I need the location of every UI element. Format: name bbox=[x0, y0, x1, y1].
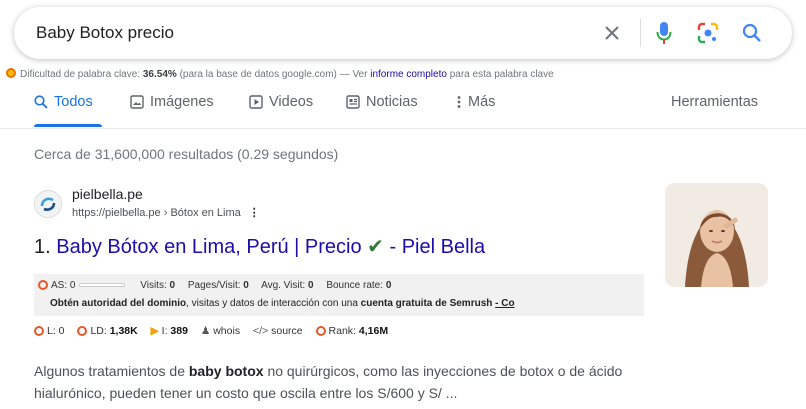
play-icon bbox=[249, 95, 263, 109]
site-name[interactable]: pielbella.pe bbox=[72, 186, 143, 202]
bounce-value: 0 bbox=[385, 280, 392, 291]
ppv-label: Pages/Visit: bbox=[187, 280, 241, 291]
image-icon bbox=[130, 95, 144, 109]
lens-icon[interactable] bbox=[694, 19, 722, 47]
tab-videos[interactable]: Videos bbox=[249, 94, 313, 110]
promo-prefix: Obtén bbox=[50, 298, 79, 309]
result-title-text: Baby Bótox en Lima, Perú | Precio bbox=[56, 236, 362, 258]
tab-todos[interactable]: Todos bbox=[34, 94, 93, 110]
tab-herramientas[interactable]: Herramientas bbox=[671, 94, 758, 110]
avg-visit-label: Avg. Visit: bbox=[261, 280, 306, 291]
snippet-bold: baby botox bbox=[188, 363, 264, 379]
close-icon[interactable] bbox=[598, 19, 626, 47]
kd-label: Dificultad de palabra clave: bbox=[20, 69, 141, 80]
ppv-value: 0 bbox=[243, 280, 249, 291]
active-tab-indicator bbox=[34, 124, 102, 127]
kd-tail: para esta palabra clave bbox=[449, 69, 554, 80]
check-icon: ✔ bbox=[367, 236, 384, 258]
authority-bar bbox=[79, 283, 126, 287]
search-icon bbox=[34, 95, 48, 109]
tabs-divider bbox=[0, 128, 806, 129]
bing-icon: ▶ bbox=[150, 325, 159, 337]
result-title[interactable]: 1. Baby Bótox en Lima, Perú | Precio ✔ -… bbox=[34, 234, 485, 259]
kd-note: (para la base de datos google.com) — Ver bbox=[179, 69, 368, 80]
semrush-ring-icon bbox=[34, 326, 44, 336]
semrush-icon bbox=[6, 68, 16, 78]
seo-l[interactable]: L: 0 bbox=[47, 325, 65, 337]
result-title-suffix: - Piel Bella bbox=[389, 236, 486, 258]
site-url-text: https://pielbella.pe › Bótox en Lima bbox=[72, 207, 241, 219]
tab-label: Más bbox=[468, 94, 496, 110]
kd-report-link[interactable]: informe completo bbox=[370, 69, 447, 80]
seo-rank[interactable]: 4,16M bbox=[359, 325, 388, 337]
more-vert-icon bbox=[457, 96, 461, 108]
site-favicon[interactable] bbox=[34, 190, 62, 218]
seo-source[interactable]: source bbox=[271, 325, 303, 337]
tab-label: Imágenes bbox=[150, 94, 214, 110]
semrush-promo-link[interactable]: - Co bbox=[495, 298, 514, 309]
seo-ld-label: LD: bbox=[90, 325, 107, 337]
search-icon[interactable] bbox=[738, 19, 766, 47]
visits-value: 0 bbox=[169, 280, 176, 291]
semrush-promo-row: Obtén autoridad del dominio, visitas y d… bbox=[50, 298, 515, 309]
seo-ld[interactable]: 1,38K bbox=[110, 325, 138, 337]
search-tabs: Todos Imágenes Videos Noticias Más Herra… bbox=[34, 92, 774, 127]
tab-mas[interactable]: Más bbox=[456, 94, 495, 110]
more-options-icon[interactable]: ⋮ bbox=[249, 207, 260, 219]
promo-mid: , visitas y datos de interacción con una bbox=[186, 298, 358, 309]
semrush-ring-icon bbox=[77, 326, 88, 336]
seo-i[interactable]: 389 bbox=[170, 325, 188, 337]
result-thumbnail[interactable] bbox=[665, 183, 768, 287]
microphone-icon[interactable] bbox=[650, 19, 678, 47]
search-input[interactable]: Baby Botox precio bbox=[36, 23, 174, 43]
avg-visit-value: 0 bbox=[307, 280, 314, 291]
authority-score: AS: 0 bbox=[51, 280, 76, 291]
tab-label: Noticias bbox=[366, 94, 418, 110]
seo-i-label: I: bbox=[161, 325, 168, 337]
search-bar[interactable]: Baby Botox precio bbox=[14, 7, 792, 59]
kd-value: 36.54% bbox=[142, 69, 177, 80]
news-icon bbox=[346, 95, 360, 109]
snippet-part-1: Algunos tratamientos de bbox=[34, 363, 185, 379]
semrush-ring-icon bbox=[38, 280, 48, 290]
promo-bold-2: cuenta gratuita de Semrush bbox=[360, 298, 493, 309]
bounce-label: Bounce rate: bbox=[326, 280, 384, 291]
semrush-metrics-row: AS: 0 Visits: 0 Pages/Visit: 0 Avg. Visi… bbox=[38, 280, 391, 291]
promo-bold-1: autoridad del dominio bbox=[81, 298, 187, 309]
tab-label: Herramientas bbox=[671, 94, 759, 110]
tab-label: Todos bbox=[54, 94, 93, 110]
source-icon: </> bbox=[253, 325, 269, 337]
keyword-difficulty-line: Dificultad de palabra clave: 36.54% (par… bbox=[6, 68, 554, 80]
whois-icon: ♟ bbox=[200, 325, 211, 337]
seo-rank-label: Rank: bbox=[328, 325, 356, 337]
seo-whois[interactable]: whois bbox=[213, 325, 240, 337]
tab-imagenes[interactable]: Imágenes bbox=[130, 94, 214, 110]
tab-label: Videos bbox=[269, 94, 314, 110]
tab-noticias[interactable]: Noticias bbox=[346, 94, 418, 110]
site-url[interactable]: https://pielbella.pe › Bótox en Lima ⋮ bbox=[72, 206, 260, 219]
result-number: 1. bbox=[34, 236, 51, 258]
semrush-metrics-box: AS: 0 Visits: 0 Pages/Visit: 0 Avg. Visi… bbox=[34, 274, 644, 316]
result-stats: Cerca de 31,600,000 resultados (0.29 seg… bbox=[34, 146, 339, 162]
semrush-ring-icon bbox=[315, 326, 326, 336]
result-snippet: Algunos tratamientos de baby botox no qu… bbox=[34, 360, 654, 404]
seo-quake-row: L: 0 LD: 1,38K ▶ I: 389 ♟ whois </> sour… bbox=[34, 325, 388, 337]
search-bar-divider bbox=[640, 19, 641, 47]
visits-label: Visits: bbox=[140, 280, 167, 291]
